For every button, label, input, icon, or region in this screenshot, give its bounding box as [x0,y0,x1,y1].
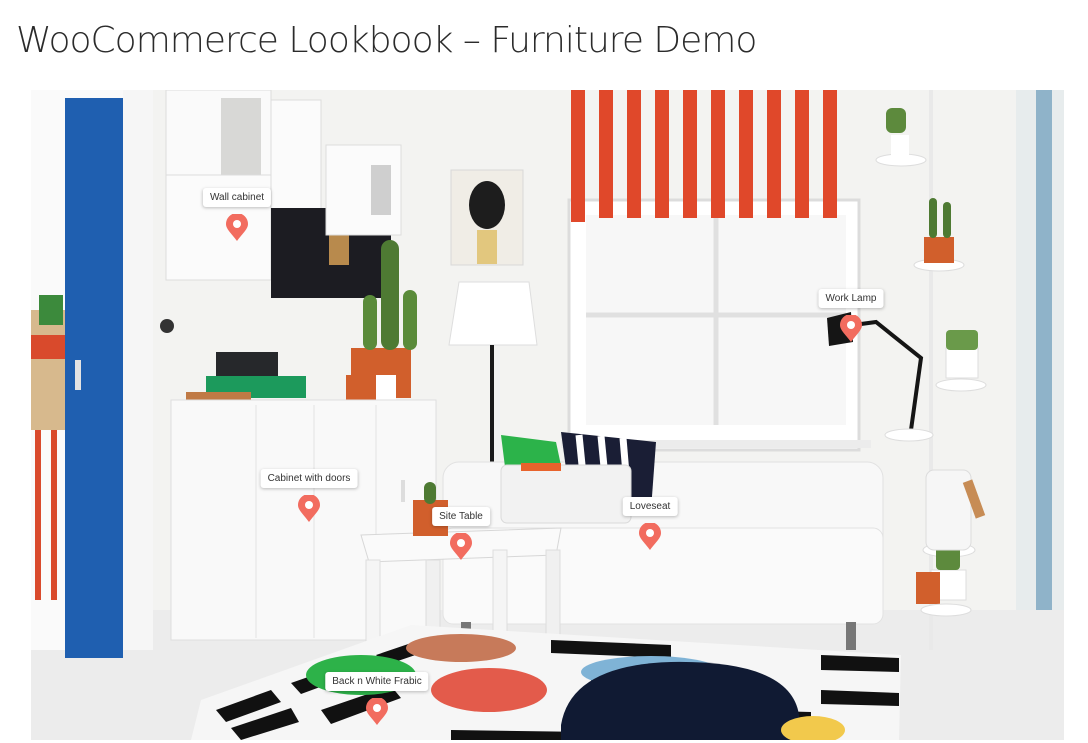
page-title: WooCommerce Lookbook – Furniture Demo [16,20,757,61]
hotspot-label-work-lamp[interactable]: Work Lamp [818,289,884,308]
map-pin-icon[interactable] [223,214,251,242]
hotspot-label-loveseat[interactable]: Loveseat [622,497,678,516]
map-pin-icon[interactable] [363,698,391,726]
map-pin-icon[interactable] [295,495,323,523]
map-pin-icon[interactable] [837,315,865,343]
map-pin-icon[interactable] [636,523,664,551]
lookbook-image: Wall cabinet Work Lamp Cabinet with door… [31,90,1064,740]
hotspot-label-cabinet-with-doors[interactable]: Cabinet with doors [260,469,358,488]
hotspot-work-lamp[interactable]: Work Lamp [818,289,884,342]
hotspot-rug[interactable]: Back n White Frabic [325,672,429,725]
hotspot-loveseat[interactable]: Loveseat [622,497,678,550]
hotspot-cabinet-with-doors[interactable]: Cabinet with doors [260,469,358,522]
hotspot-wall-cabinet[interactable]: Wall cabinet [202,188,272,241]
hotspot-site-table[interactable]: Site Table [432,507,490,560]
hotspot-label-site-table[interactable]: Site Table [432,507,490,526]
room-illustration [31,90,1064,740]
hotspot-label-rug[interactable]: Back n White Frabic [325,672,429,691]
hotspot-label-wall-cabinet[interactable]: Wall cabinet [202,188,272,207]
map-pin-icon[interactable] [447,533,475,561]
